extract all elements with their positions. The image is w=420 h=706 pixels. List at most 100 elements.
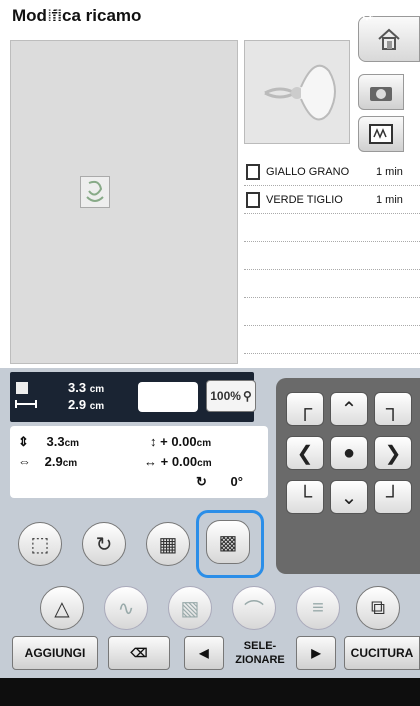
spool-abc-icon: ▧ [180,597,200,620]
frame-icon [369,124,393,144]
color-change-button[interactable]: ▦ [146,522,190,566]
vertical-move-icon: ↕ [150,434,157,449]
settings-button[interactable]: ⚙ [318,0,416,28]
triangle-left-icon: ◀ [199,646,209,660]
duplicate-icon: ⧉ [370,596,386,619]
offset-v-value: + 0.00 [160,434,197,449]
thread-name: GIALLO GRANO [266,165,350,178]
thread-row: GIALLO GRANO 1 min [244,158,420,186]
thread-row-empty [244,326,420,354]
move-up-button[interactable]: ⌃ [330,392,368,426]
multi-color-text-button[interactable]: ▧ [168,586,212,630]
add-button[interactable]: AGGIUNGI [12,636,98,670]
rotation-row: ↻ 0° [196,474,243,490]
spool-grid-icon: ▦ [158,533,178,556]
spacing-icon: ≡ [312,596,324,619]
corner-up-right-icon: ┐ [385,397,401,420]
offset-v-unit: cm [196,438,212,449]
move-down-left-button[interactable]: └ [286,480,324,514]
mirror-button[interactable]: △ [40,586,84,630]
duplicate-button[interactable]: ⧉ [356,586,400,630]
width-value: 2.9 [44,454,63,469]
height-unit: cm [64,438,80,449]
home-icon [378,28,400,50]
size-width-value: 2.9 [68,397,87,412]
thread-time: 1 min [376,165,403,178]
size-unit: cm [89,401,105,412]
size-icon [15,382,37,408]
arc-text-icon: ⌒ [244,599,264,622]
move-up-left-button[interactable]: ┌ [286,392,324,426]
move-up-right-button[interactable]: ┐ [374,392,412,426]
resize-button[interactable]: ⬚ [18,522,62,566]
manual-button[interactable]: ▤ [6,0,104,28]
move-down-right-button[interactable]: ┘ [374,480,412,514]
thread-name: VERDE TIGLIO [266,193,343,206]
width-unit: cm [62,458,78,469]
height-icon: ⇕ [18,434,29,449]
size-unit: cm [89,384,105,395]
grid-icon: ▩ [218,531,238,554]
thread-row-empty [244,298,420,326]
magnifier-icon: ⚲ [242,389,252,403]
offset-v-row: ↕ + 0.00cm [150,434,211,449]
multi-frame-icon [138,382,198,412]
bottom-toolbar [0,678,420,706]
frame-view-button[interactable] [358,116,404,152]
text-spacing-button[interactable]: ≡ [296,586,340,630]
center-dot-icon: ● [342,441,356,464]
select-prev-button[interactable]: ◀ [184,636,224,670]
offset-h-unit: cm [197,458,212,469]
chevron-up-icon: ⌃ [340,398,358,421]
mirror-icon: △ [54,597,70,620]
document-icon: ▤ [46,3,64,24]
chevron-left-icon: ❮ [296,442,314,465]
height-row: ⇕ 3.3cm [18,434,79,450]
density-icon: ∿ [117,597,135,620]
move-right-button[interactable]: ❯ [374,436,412,470]
help-button[interactable]: ? [214,0,312,28]
rotate-icon: ↻ [95,533,113,556]
sewing-machine-icon: ▩ [150,3,168,24]
delete-button[interactable]: ⌫ [108,636,170,670]
thread-list: GIALLO GRANO 1 min VERDE TIGLIO 1 min [244,158,420,368]
rotate-icon: ↻ [196,474,207,489]
center-button[interactable]: ● [330,436,368,470]
triangle-right-icon: ▶ [311,646,321,660]
arc-text-button[interactable]: ⌒ [232,586,276,630]
thread-row-empty [244,270,420,298]
move-down-button[interactable]: ⌄ [330,480,368,514]
width-row: ⇔ 2.9cm [18,454,77,469]
sew-button[interactable]: CUCITURA [344,636,420,670]
embroidery-pattern-mini[interactable] [80,176,110,208]
thread-row: VERDE TIGLIO 1 min [244,186,420,214]
scan-camera-button[interactable] [358,74,404,110]
move-left-button[interactable]: ❮ [286,436,324,470]
thread-row-empty [244,242,420,270]
machine-settings-button[interactable]: ▩ [110,0,208,28]
select-next-button[interactable]: ▶ [296,636,336,670]
zoom-value: 100% [210,389,241,403]
offset-h-row: ↔ + 0.00cm [144,454,212,469]
spool-icon [246,191,260,208]
select-label: SELE- ZIONARE [235,640,285,666]
rotation-value: 0° [230,474,243,489]
border-repeat-button[interactable]: ▩ [206,520,250,564]
spool-icon [246,163,260,180]
corner-up-left-icon: ┌ [297,397,313,420]
horizontal-move-icon: ↔ [144,454,157,469]
thread-time: 1 min [376,193,403,206]
offset-h-value: + 0.00 [160,454,198,469]
pattern-thumbnail [244,40,350,144]
camera-icon [370,87,392,101]
density-button[interactable]: ∿ [104,586,148,630]
corner-down-left-icon: └ [297,485,313,508]
corner-down-right-icon: ┘ [385,485,401,508]
size-height-value: 3.3 [68,380,87,395]
chevron-down-icon: ⌄ [340,486,358,509]
embroidery-preview[interactable] [10,40,238,364]
help-icon: ? [257,3,268,24]
width-icon: ⇔ [18,454,31,469]
rotate-button[interactable]: ↻ [82,522,126,566]
zoom-button[interactable]: 100% ⚲ [206,380,256,412]
